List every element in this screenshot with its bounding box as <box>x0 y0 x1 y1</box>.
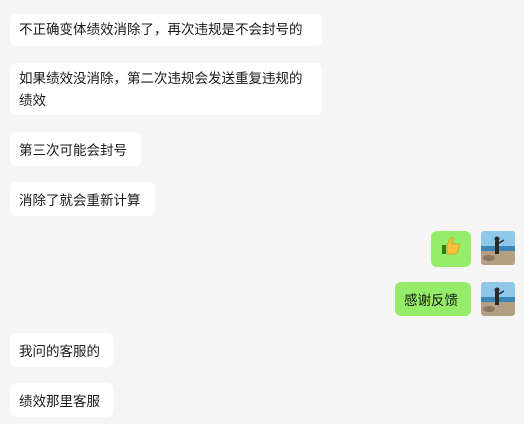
message-text: 感谢反馈 <box>404 293 458 309</box>
message-text: 消除了就会重新计算 <box>19 193 141 209</box>
message-text: 第三次可能会封号 <box>19 143 127 159</box>
message-text: 不正确变体绩效消除了，再次违规是不会封号的 <box>19 22 303 38</box>
incoming-message[interactable]: 我问的客服的 <box>10 333 113 367</box>
message-text: 绩效那里客服 <box>19 394 100 410</box>
message-text: 如果绩效没消除，第二次违规会发送重复违规的绩效 <box>19 71 303 109</box>
incoming-message[interactable]: 不正确变体绩效消除了，再次违规是不会封号的 <box>10 14 322 46</box>
outgoing-sticker-message[interactable] <box>431 231 471 267</box>
thumbs-up-icon <box>441 236 461 263</box>
incoming-message[interactable]: 如果绩效没消除，第二次违规会发送重复违规的绩效 <box>10 63 322 115</box>
outgoing-message[interactable]: 感谢反馈 <box>395 282 471 316</box>
user-avatar[interactable] <box>481 231 515 265</box>
incoming-message[interactable]: 绩效那里客服 <box>10 383 113 417</box>
incoming-message[interactable]: 消除了就会重新计算 <box>10 182 155 216</box>
chat-window: 不正确变体绩效消除了，再次违规是不会封号的 如果绩效没消除，第二次违规会发送重复… <box>0 0 524 424</box>
incoming-message[interactable]: 第三次可能会封号 <box>10 132 141 166</box>
message-text: 我问的客服的 <box>19 344 100 360</box>
user-avatar[interactable] <box>481 282 515 316</box>
